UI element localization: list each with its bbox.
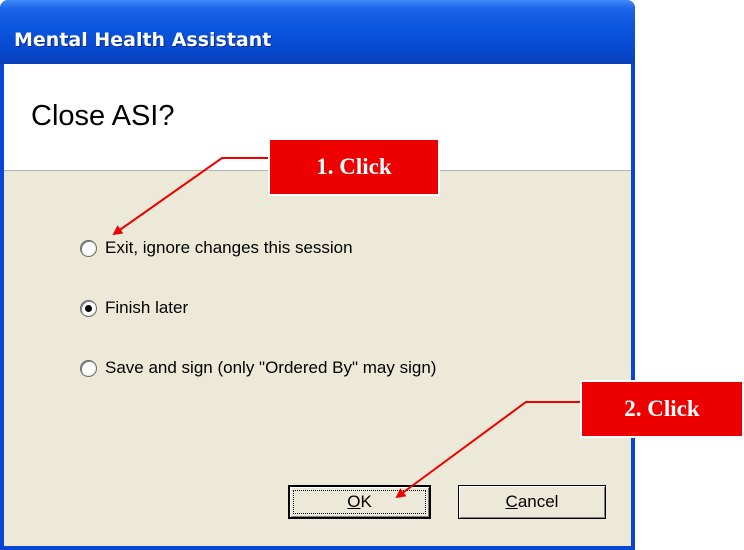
callout-step-2-label: 2. Click [624, 396, 700, 421]
ok-button[interactable]: OK [288, 485, 431, 519]
radio-button-selected[interactable] [80, 299, 97, 317]
option-label: Exit, ignore changes this session [105, 238, 353, 257]
dialog-heading: Close ASI? [31, 100, 175, 132]
radio-button[interactable] [80, 359, 97, 377]
callout-step-1-label: 1. Click [316, 154, 392, 179]
option-label: Finish later [105, 298, 189, 317]
cancel-button[interactable]: Cancel [458, 485, 606, 519]
focus-ring [293, 490, 426, 514]
callout-step-2: 2. Click [580, 380, 744, 438]
cancel-button-label: Cancel [505, 492, 559, 511]
option-exit-ignore-changes[interactable]: Exit, ignore changes this session [80, 235, 353, 261]
window-title: Mental Health Assistant [14, 29, 272, 51]
radio-button[interactable] [80, 239, 97, 257]
dialog-window: Mental Health Assistant Close ASI? Exit,… [0, 0, 635, 550]
callout-step-1: 1. Click [268, 138, 440, 196]
option-label: Save and sign (only "Ordered By" may sig… [105, 358, 437, 377]
dialog-body: Close ASI? Exit, ignore changes this ses… [4, 64, 631, 546]
title-bar[interactable]: Mental Health Assistant [0, 0, 635, 64]
option-finish-later[interactable]: Finish later [80, 295, 188, 321]
option-save-and-sign[interactable]: Save and sign (only "Ordered By" may sig… [80, 355, 436, 381]
